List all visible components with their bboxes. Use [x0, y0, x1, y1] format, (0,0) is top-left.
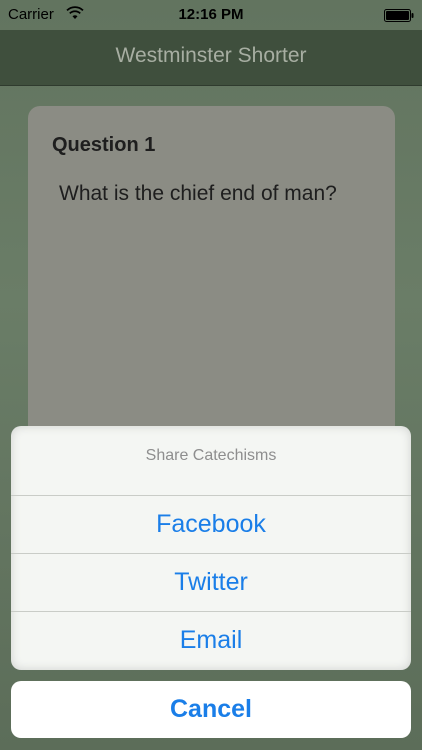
question-text: What is the chief end of man?: [59, 182, 337, 205]
question-number: Question 1: [52, 134, 156, 156]
status-bar: Carrier 12:16 PM: [0, 0, 422, 30]
twitter-button[interactable]: Twitter: [11, 554, 411, 612]
facebook-button[interactable]: Facebook: [11, 496, 411, 554]
action-sheet-title: Share Catechisms: [11, 426, 411, 496]
nav-title: Westminster Shorter: [115, 44, 307, 67]
share-action-sheet: Share Catechisms Facebook Twitter Email: [11, 426, 411, 670]
battery-icon: [384, 9, 414, 22]
cancel-button[interactable]: Cancel: [11, 681, 411, 738]
navigation-bar: Westminster Shorter: [0, 30, 422, 86]
status-time: 12:16 PM: [178, 6, 244, 23]
email-button[interactable]: Email: [11, 612, 411, 669]
